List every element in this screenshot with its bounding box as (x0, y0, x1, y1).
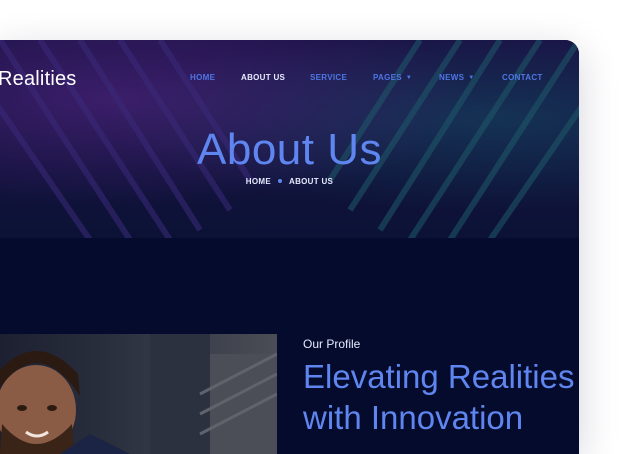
man-in-suit-photo (0, 334, 277, 454)
breadcrumb-home-link[interactable]: HOME (246, 177, 271, 186)
profile-photo (0, 334, 277, 454)
brand-logo[interactable]: Realities (0, 68, 77, 91)
breadcrumb-current: ABOUT US (289, 177, 334, 186)
nav-service[interactable]: SERVICE (310, 73, 347, 82)
nav-news-label: NEWS (439, 73, 465, 82)
profile-eyebrow: Our Profile (303, 337, 361, 351)
nav-about-us[interactable]: ABOUT US (241, 73, 285, 82)
nav-pages-label: PAGES (373, 73, 402, 82)
nav-pages[interactable]: PAGES ▼ (373, 73, 412, 82)
breadcrumb: HOME ABOUT US (0, 177, 579, 186)
nav-contact[interactable]: CONTACT (502, 73, 543, 82)
about-page-card: Realities HOME ABOUT US SERVICE PAGES ▼ N… (0, 40, 579, 454)
nav-news[interactable]: NEWS ▼ (439, 73, 474, 82)
profile-heading-line-1: Elevating Realities (303, 358, 575, 395)
nav-about-us-label: ABOUT US (241, 73, 286, 82)
nav-home-label: HOME (190, 73, 216, 82)
profile-heading: Elevating Realities with Innovation (303, 356, 579, 438)
nav-contact-label: CONTACT (502, 73, 543, 82)
hero-banner: Realities HOME ABOUT US SERVICE PAGES ▼ N… (0, 40, 579, 238)
page-title: About Us (197, 125, 382, 174)
nav-home[interactable]: HOME (190, 73, 215, 82)
chevron-down-icon: ▼ (405, 75, 413, 81)
chevron-down-icon: ▼ (468, 75, 475, 81)
breadcrumb-separator-icon (278, 179, 282, 183)
profile-heading-line-2: with Innovation (303, 399, 524, 436)
nav-service-label: SERVICE (310, 73, 348, 82)
